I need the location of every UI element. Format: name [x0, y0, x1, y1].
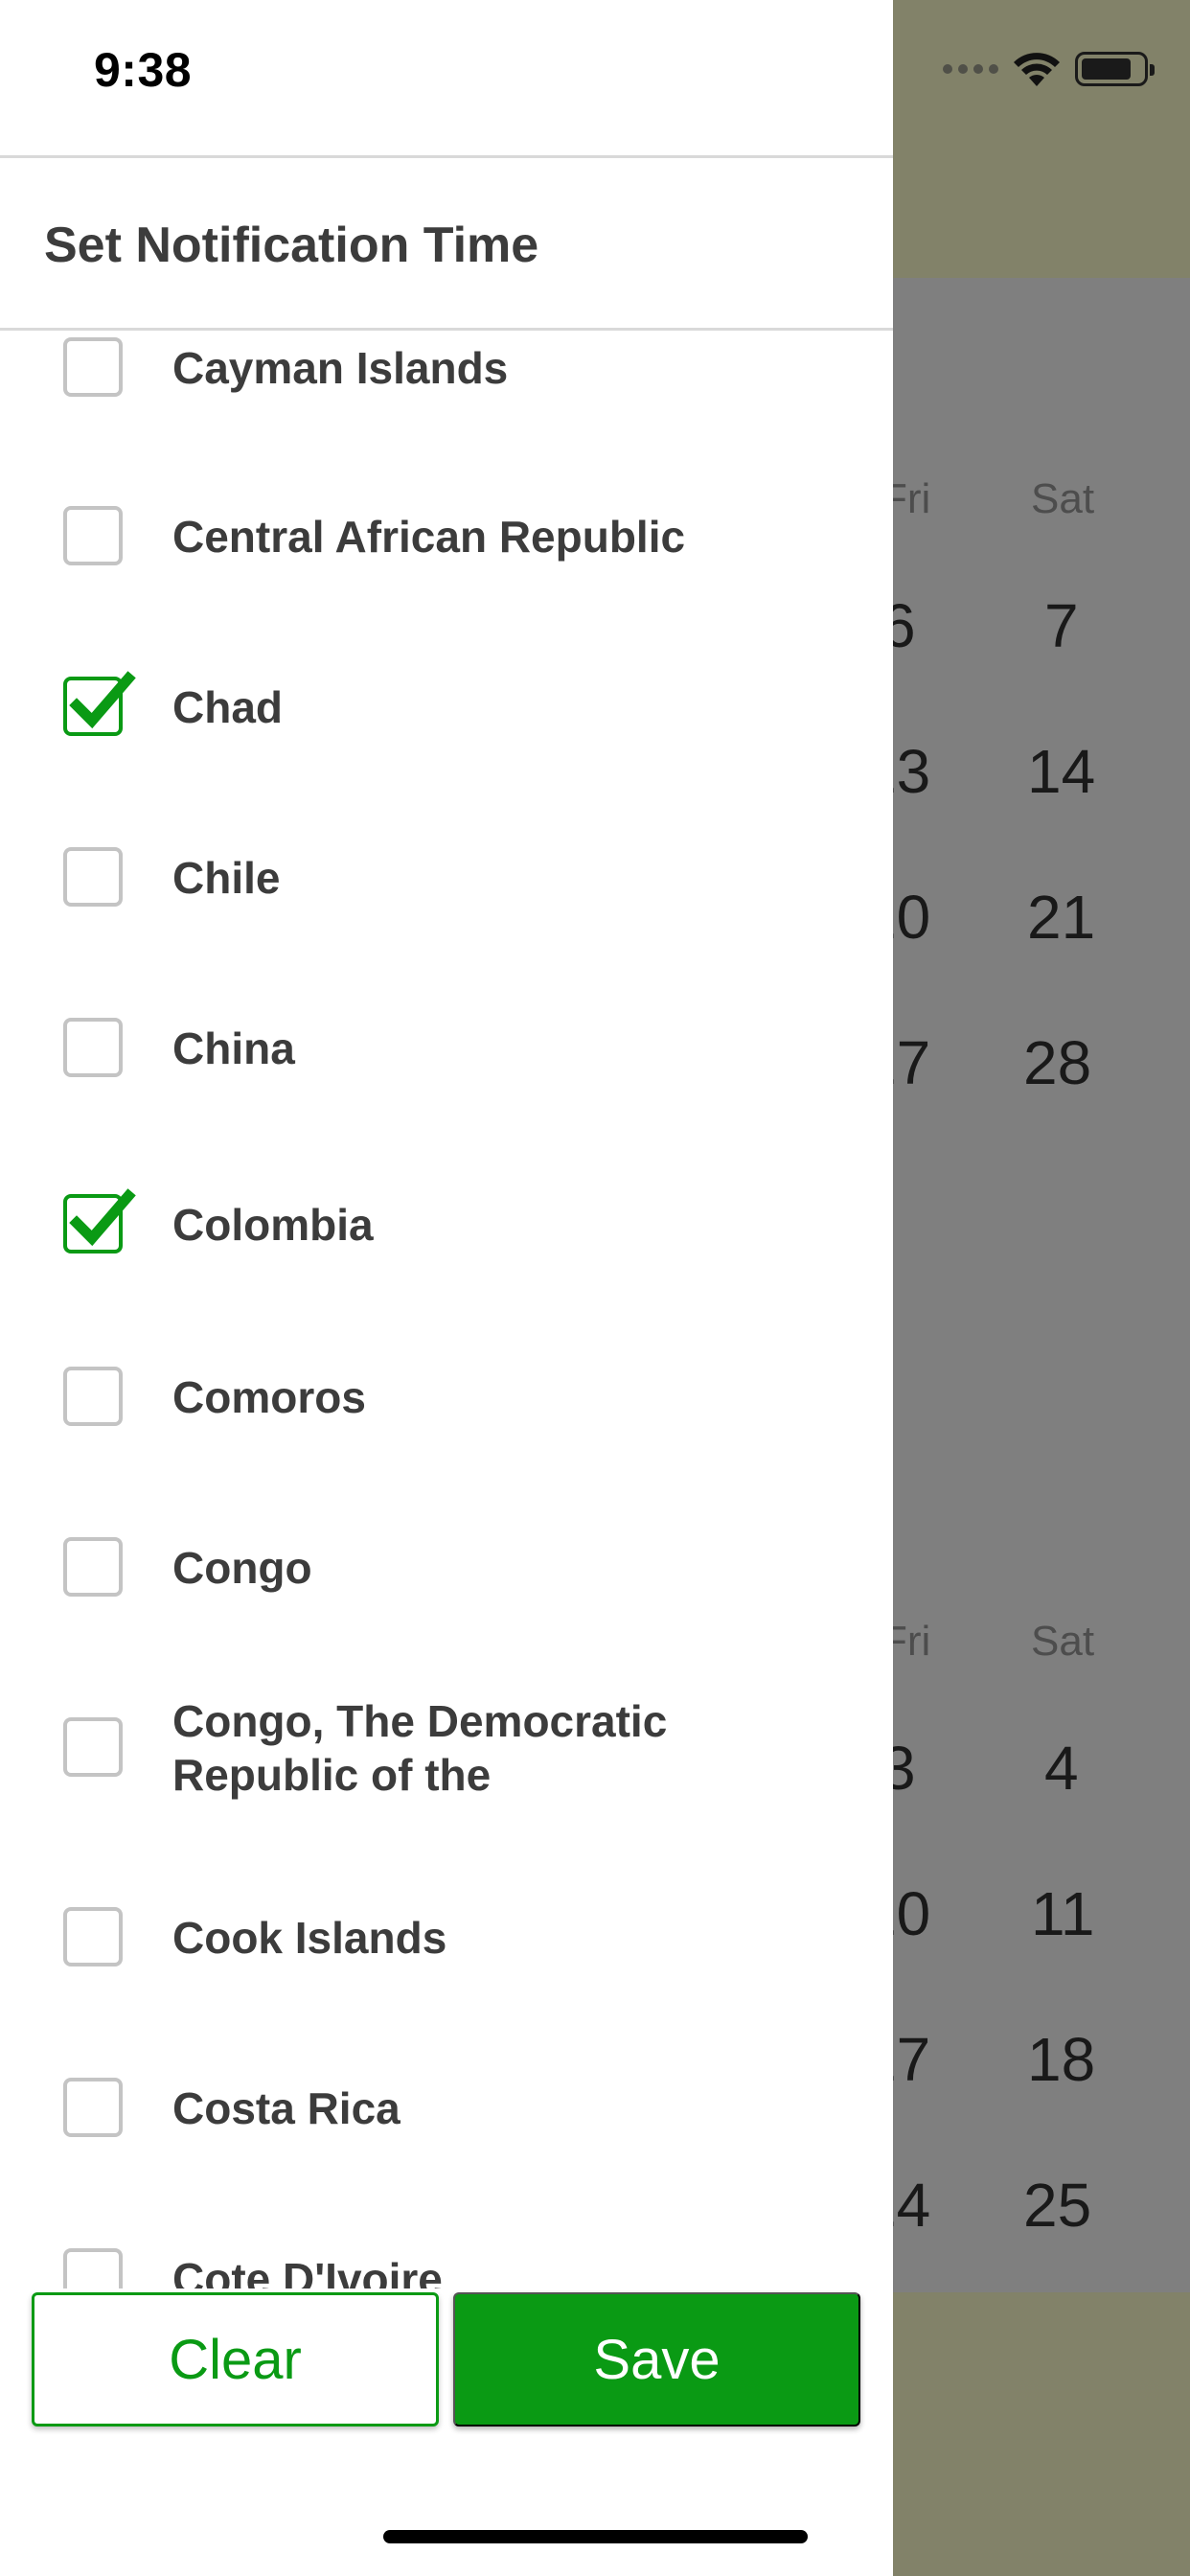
country-label: Cayman Islands — [172, 343, 509, 393]
drawer-header: Set Notification Time — [0, 161, 893, 331]
checkbox[interactable] — [63, 2078, 123, 2137]
country-label: Central African Republic — [172, 512, 686, 562]
country-row-congo[interactable]: Congo — [0, 1501, 893, 1671]
country-row-colombia[interactable]: Colombia — [0, 1160, 893, 1330]
checkbox[interactable] — [63, 1018, 123, 1077]
checkbox-checked[interactable] — [63, 671, 136, 736]
drawer-status-area: 9:38 — [0, 0, 893, 158]
home-indicator[interactable] — [383, 2530, 808, 2543]
checkbox[interactable] — [63, 1367, 123, 1426]
checkmark-icon — [69, 671, 136, 729]
status-time: 9:38 — [94, 43, 193, 97]
country-label: Comoros — [172, 1372, 366, 1422]
country-row-congo-drc[interactable]: Congo, The Democratic Republic of the — [0, 1671, 893, 1888]
checkbox[interactable] — [63, 506, 123, 565]
country-row-cook-islands[interactable]: Cook Islands — [0, 1888, 893, 2058]
country-label: Cook Islands — [172, 1913, 447, 1963]
country-label: Cote D'Ivoire — [172, 2254, 443, 2288]
checkbox[interactable] — [63, 337, 123, 397]
checkmark-icon — [69, 1188, 136, 1247]
country-label: Colombia — [172, 1200, 374, 1250]
checkbox[interactable] — [63, 847, 123, 907]
country-label: Congo, The Democratic Republic of the — [172, 1696, 668, 1800]
country-label: Chad — [172, 682, 283, 732]
checkbox[interactable] — [63, 1537, 123, 1597]
checkbox[interactable] — [63, 2248, 123, 2288]
country-row-costa-rica[interactable]: Costa Rica — [0, 2058, 893, 2229]
save-button[interactable]: Save — [453, 2292, 860, 2426]
clear-button[interactable]: Clear — [32, 2292, 439, 2426]
checkbox-checked[interactable] — [63, 1188, 136, 1254]
notification-drawer: 9:38 Set Notification Time Cayman Island… — [0, 0, 893, 2576]
status-icons — [943, 50, 1155, 88]
battery-icon — [1075, 52, 1155, 86]
country-row-chile[interactable]: Chile — [0, 818, 893, 989]
wifi-icon — [1014, 53, 1060, 86]
country-row-central-african-republic[interactable]: Central African Republic — [0, 477, 893, 648]
checkbox[interactable] — [63, 1717, 123, 1777]
country-row-cayman-islands[interactable]: Cayman Islands — [0, 334, 893, 477]
country-row-cote-divoire[interactable]: Cote D'Ivoire — [0, 2229, 893, 2288]
checkbox[interactable] — [63, 1907, 123, 1966]
cellular-signal-icon — [943, 64, 998, 74]
country-list[interactable]: Cayman Islands Central African Republic … — [0, 334, 893, 2288]
country-label: Costa Rica — [172, 2083, 400, 2133]
country-label: Congo — [172, 1543, 312, 1593]
country-label: Chile — [172, 853, 281, 903]
country-label: China — [172, 1024, 295, 1073]
country-row-china[interactable]: China — [0, 989, 893, 1160]
drawer-title: Set Notification Time — [44, 218, 539, 273]
country-row-comoros[interactable]: Comoros — [0, 1330, 893, 1501]
country-row-chad[interactable]: Chad — [0, 648, 893, 818]
